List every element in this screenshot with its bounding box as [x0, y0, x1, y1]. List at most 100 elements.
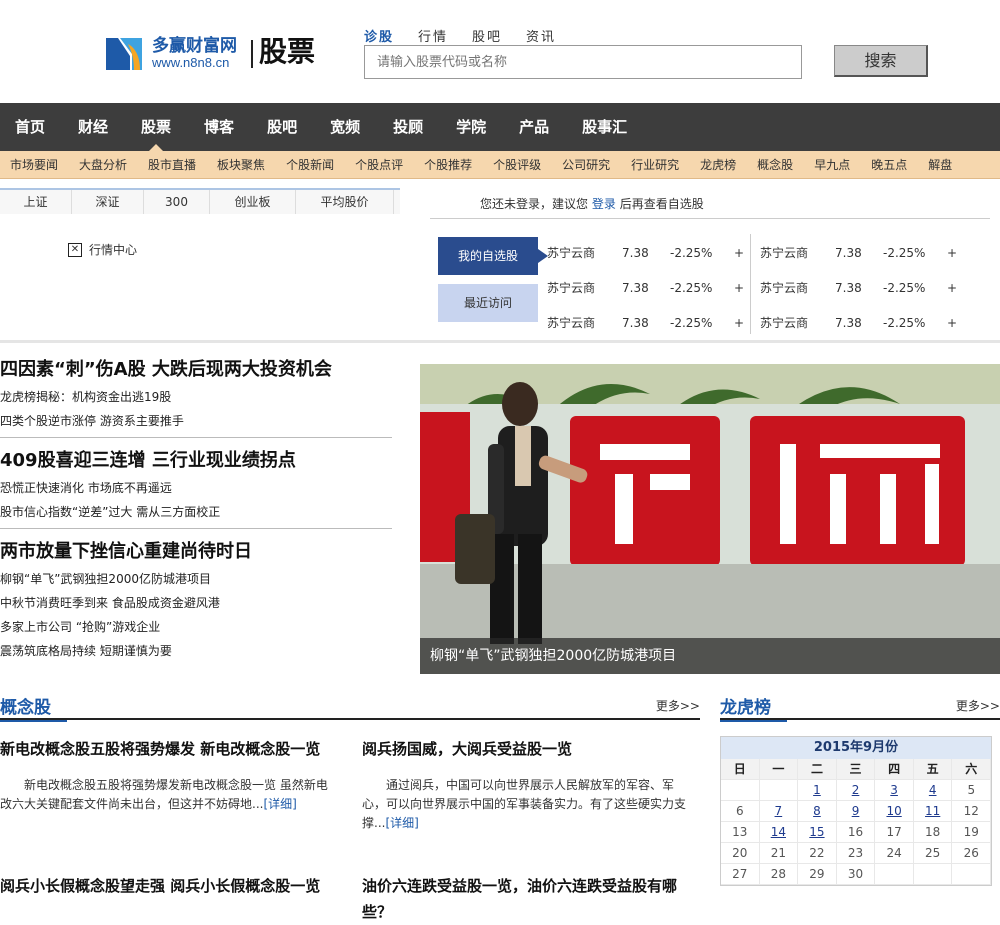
calendar-day[interactable]: 3: [875, 780, 914, 801]
site-logo[interactable]: 多赢财富网 www.n8n8.cn 股票: [106, 35, 326, 72]
calendar-day[interactable]: 14: [759, 822, 799, 843]
article-detail-link[interactable]: [详细]: [263, 797, 296, 811]
subnav-industry-research[interactable]: 行业研究: [621, 151, 690, 178]
index-tab-avg-price[interactable]: 平均股价: [296, 190, 394, 214]
calendar-day[interactable]: 1: [798, 780, 837, 801]
calendar-day[interactable]: 2: [836, 780, 876, 801]
nav-academy[interactable]: 学院: [441, 103, 501, 151]
index-tab-sh[interactable]: 上证: [0, 190, 72, 214]
nav-stock-stories[interactable]: 股事汇: [567, 103, 642, 151]
news-headline[interactable]: 四因素“刺”伤A股 大跌后现两大投资机会: [0, 355, 392, 385]
news-link[interactable]: 多家上市公司 “抢购”游戏企业: [0, 615, 392, 639]
search-tab-quotes[interactable]: 行情: [418, 26, 448, 45]
subnav-sectors[interactable]: 板块聚焦: [207, 151, 276, 178]
stock-name[interactable]: 苏宁云商: [760, 313, 808, 333]
news-headline[interactable]: 409股喜迎三连增 三行业现业绩拐点: [0, 446, 392, 476]
subnav-market-analysis[interactable]: 大盘分析: [69, 151, 138, 178]
news-link[interactable]: 中秋节消费旺季到来 食品股成资金避风港: [0, 591, 392, 615]
news-link[interactable]: 龙虎榜揭秘：机构资金出逃19股: [0, 385, 392, 409]
concept-more-link[interactable]: 更多>>: [656, 696, 700, 716]
news-link[interactable]: 四类个股逆市涨停 游资系主要推手: [0, 409, 392, 433]
add-to-watchlist-button[interactable]: +: [734, 278, 744, 298]
news-group: 四因素“刺”伤A股 大跌后现两大投资机会 龙虎榜揭秘：机构资金出逃19股 四类个…: [0, 355, 392, 438]
subnav-evening[interactable]: 晚五点: [861, 151, 918, 178]
subnav-market-news[interactable]: 市场要闻: [0, 151, 69, 178]
index-tab-300[interactable]: 300: [144, 190, 210, 214]
calendar-day: 13: [721, 822, 760, 843]
calendar-weekday: 一: [759, 759, 799, 780]
nav-forum[interactable]: 股吧: [252, 103, 312, 151]
news-link[interactable]: 恐慌正快速消化 市场底不再遥远: [0, 476, 392, 500]
nav-stocks[interactable]: 股票: [126, 103, 186, 151]
article-title[interactable]: 阅兵小长假概念股望走强 阅兵小长假概念股一览: [0, 873, 330, 899]
nav-products[interactable]: 产品: [504, 103, 564, 151]
nav-video[interactable]: 宽频: [315, 103, 375, 151]
nav-blog[interactable]: 博客: [189, 103, 249, 151]
watchlist-row[interactable]: 苏宁云商 7.38 -2.25% +: [760, 243, 960, 263]
stock-name[interactable]: 苏宁云商: [760, 278, 808, 298]
news-link[interactable]: 股市信心指数“逆差”过大 需从三方面校正: [0, 500, 392, 524]
calendar-day[interactable]: 10: [875, 801, 914, 822]
search-tab-news[interactable]: 资讯: [526, 26, 556, 45]
hero-image[interactable]: 柳钢“单飞”武钢独担2000亿防城港项目: [420, 364, 1000, 674]
market-center-link[interactable]: ✕ 行情中心: [68, 241, 137, 258]
add-to-watchlist-button[interactable]: +: [947, 313, 957, 333]
calendar-day[interactable]: 11: [913, 801, 953, 822]
subnav-concept[interactable]: 概念股: [747, 151, 804, 178]
logo-icon: [106, 38, 142, 70]
watchlist-row[interactable]: 苏宁云商 7.38 -2.25% +: [547, 313, 747, 333]
subnav-stock-rating[interactable]: 个股评级: [483, 151, 552, 178]
stock-name[interactable]: 苏宁云商: [547, 278, 595, 298]
article-detail-link[interactable]: [详细]: [385, 816, 418, 830]
watchlist-row[interactable]: 苏宁云商 7.38 -2.25% +: [760, 313, 960, 333]
subnav-stock-news[interactable]: 个股新闻: [276, 151, 345, 178]
news-headline[interactable]: 两市放量下挫信心重建尚待时日: [0, 537, 392, 567]
index-tab-sz[interactable]: 深证: [72, 190, 144, 214]
subnav-market-read[interactable]: 解盘: [918, 151, 963, 178]
calendar-empty-cell: [759, 780, 799, 801]
subnav-stock-picks[interactable]: 个股推荐: [414, 151, 483, 178]
watchlist-row[interactable]: 苏宁云商 7.38 -2.25% +: [547, 278, 747, 298]
news-link[interactable]: 柳钢“单飞”武钢独担2000亿防城港项目: [0, 567, 392, 591]
subnav-company-research[interactable]: 公司研究: [552, 151, 621, 178]
article-title[interactable]: 阅兵扬国威，大阅兵受益股一览: [362, 736, 692, 762]
calendar-day[interactable]: 7: [759, 801, 799, 822]
watchlist-row[interactable]: 苏宁云商 7.38 -2.25% +: [547, 243, 747, 263]
calendar-day[interactable]: 8: [798, 801, 837, 822]
stock-name[interactable]: 苏宁云商: [547, 243, 595, 263]
add-to-watchlist-button[interactable]: +: [734, 243, 744, 263]
add-to-watchlist-button[interactable]: +: [947, 243, 957, 263]
search-tab-diagnose[interactable]: 诊股: [364, 26, 394, 45]
nav-home[interactable]: 首页: [0, 103, 60, 151]
calendar-week-row: 20 21 22 23 24 25 26: [721, 843, 992, 864]
subnav-dragon-tiger[interactable]: 龙虎榜: [690, 151, 747, 178]
concept-section-header: 概念股 更多>>: [0, 696, 700, 722]
subnav-live[interactable]: 股市直播: [138, 151, 207, 178]
article-title[interactable]: 油价六连跌受益股一览，油价六连跌受益股有哪些？: [362, 873, 692, 925]
login-link[interactable]: 登录: [592, 197, 616, 211]
dragon-more-link[interactable]: 更多>>: [956, 696, 1000, 716]
nav-finance[interactable]: 财经: [63, 103, 123, 151]
calendar-day[interactable]: 4: [913, 780, 953, 801]
stock-name[interactable]: 苏宁云商: [547, 313, 595, 333]
calendar-weekday: 五: [913, 759, 953, 780]
search-button[interactable]: 搜索: [834, 45, 928, 77]
calendar-empty-cell: [875, 864, 914, 885]
nav-advisor[interactable]: 投顾: [378, 103, 438, 151]
calendar-day[interactable]: 9: [836, 801, 876, 822]
add-to-watchlist-button[interactable]: +: [947, 278, 957, 298]
news-link[interactable]: 震荡筑底格局持续 短期谨慎为要: [0, 639, 392, 663]
my-watchlist-tab[interactable]: 我的自选股: [438, 237, 548, 275]
index-tab-gem[interactable]: 创业板: [210, 190, 296, 214]
article-title[interactable]: 新电改概念股五股将强势爆发 新电改概念股一览: [0, 736, 330, 762]
recent-visits-tab[interactable]: 最近访问: [438, 284, 538, 322]
subnav-stock-review[interactable]: 个股点评: [345, 151, 414, 178]
watchlist-row[interactable]: 苏宁云商 7.38 -2.25% +: [760, 278, 960, 298]
search-tab-forum[interactable]: 股吧: [472, 26, 502, 45]
hero-caption[interactable]: 柳钢“单飞”武钢独担2000亿防城港项目: [420, 638, 1000, 674]
calendar-day[interactable]: 15: [798, 822, 837, 843]
stock-name[interactable]: 苏宁云商: [760, 243, 808, 263]
subnav-morning[interactable]: 早九点: [804, 151, 861, 178]
add-to-watchlist-button[interactable]: +: [734, 313, 744, 333]
search-input[interactable]: [364, 45, 802, 79]
